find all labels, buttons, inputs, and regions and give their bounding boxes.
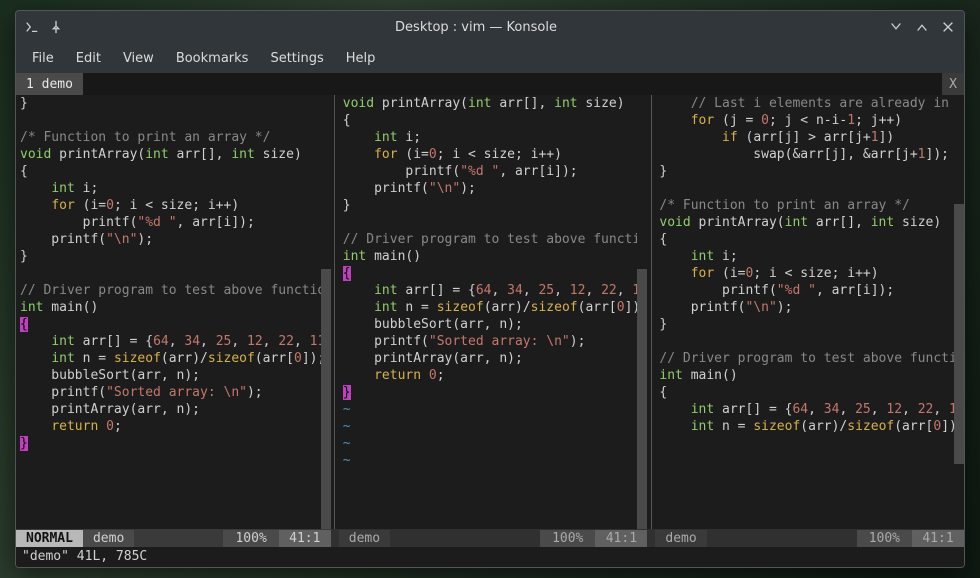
vertical-split-2[interactable]	[647, 95, 655, 529]
st-pos-right: 41:1	[912, 530, 964, 547]
titlebar: Desktop : vim — Konsole	[16, 11, 964, 43]
menu-settings[interactable]: Settings	[260, 47, 333, 70]
menu-edit[interactable]: Edit	[66, 47, 111, 70]
vim-cmdline[interactable]: "demo" 41L, 785C	[16, 547, 964, 567]
pane-statuslines: NORMAL demo 100% 41:1 demo 100% 41:1 dem…	[16, 529, 964, 547]
minimize-icon[interactable]	[888, 19, 904, 35]
st-percent-right: 100%	[857, 530, 912, 547]
tab-demo[interactable]: 1 demo	[16, 73, 83, 95]
pane-left-code[interactable]: } /* Function to print an array */ void …	[16, 95, 321, 529]
statusline-left: NORMAL demo 100% 41:1	[16, 529, 331, 547]
st-file-right: demo	[655, 530, 706, 547]
window-controls	[880, 19, 964, 35]
split-panes: } /* Function to print an array */ void …	[16, 95, 964, 529]
pane-left[interactable]: } /* Function to print an array */ void …	[16, 95, 331, 529]
tab-close[interactable]: X	[942, 73, 964, 95]
st-pos-mid: 41:1	[595, 530, 647, 547]
pane-middle[interactable]: void printArray(int arr[], int size) { i…	[339, 95, 648, 529]
pane-middle-scroll[interactable]	[637, 95, 647, 529]
close-icon[interactable]	[940, 19, 956, 35]
pane-left-scroll[interactable]	[321, 95, 331, 529]
menu-file[interactable]: File	[22, 47, 64, 70]
vim-tabline: 1 demo X	[16, 73, 964, 95]
terminal-icon	[24, 19, 40, 35]
pane-right-scroll[interactable]	[954, 95, 964, 529]
pin-icon[interactable]	[48, 19, 64, 35]
menu-bookmarks[interactable]: Bookmarks	[166, 47, 259, 70]
st-file: demo	[83, 530, 134, 547]
menu-view[interactable]: View	[113, 47, 164, 70]
st-percent: 100%	[223, 530, 278, 547]
menu-help[interactable]: Help	[336, 47, 386, 70]
statusline-middle: demo 100% 41:1	[339, 529, 648, 547]
pane-right[interactable]: // Last i elements are already in place …	[655, 95, 964, 529]
pane-right-code[interactable]: // Last i elements are already in place …	[655, 95, 954, 529]
menubar: File Edit View Bookmarks Settings Help	[16, 43, 964, 73]
konsole-window: Desktop : vim — Konsole File Edit View B…	[15, 10, 965, 568]
vertical-split-1[interactable]	[331, 95, 339, 529]
statusline-right: demo 100% 41:1	[655, 529, 964, 547]
st-percent-mid: 100%	[540, 530, 595, 547]
terminal-body: } /* Function to print an array */ void …	[16, 95, 964, 567]
pane-middle-code[interactable]: void printArray(int arr[], int size) { i…	[339, 95, 638, 529]
titlebar-left-icons	[16, 19, 72, 35]
maximize-icon[interactable]	[914, 19, 930, 35]
st-file-mid: demo	[339, 530, 390, 547]
window-title: Desktop : vim — Konsole	[72, 20, 880, 35]
st-pos: 41:1	[279, 530, 331, 547]
st-mode: NORMAL	[16, 530, 83, 547]
